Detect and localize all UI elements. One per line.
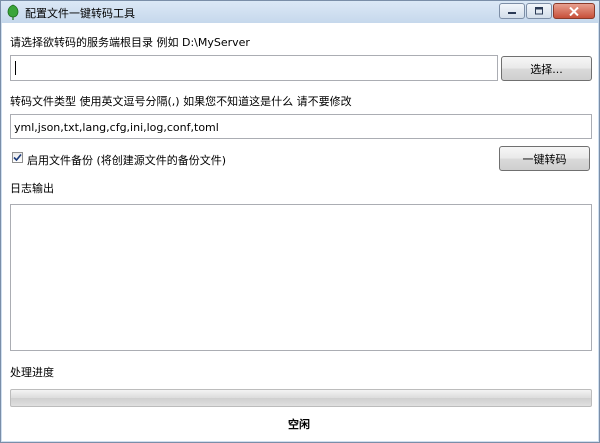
convert-button[interactable]: 一键转码	[499, 146, 590, 171]
server-dir-input[interactable]	[10, 55, 498, 81]
convert-button-label: 一键转码	[522, 152, 567, 166]
text-caret	[15, 61, 16, 75]
file-types-label: 转码文件类型 使用英文逗号分隔(,) 如果您不知道这是什么 请不要修改	[10, 95, 352, 108]
close-icon	[569, 6, 579, 16]
window-title: 配置文件一键转码工具	[25, 7, 135, 20]
status-text: 空闲	[288, 418, 310, 431]
file-types-input[interactable]: yml,json,txt,lang,cfg,ini,log,conf,toml	[10, 114, 592, 139]
backup-label[interactable]: 启用文件备份 (将创建源文件的备份文件)	[27, 152, 226, 168]
close-button[interactable]	[553, 3, 595, 19]
maximize-button[interactable]	[526, 3, 552, 19]
progress-label: 处理进度	[10, 366, 54, 379]
file-types-value: yml,json,txt,lang,cfg,ini,log,conf,toml	[14, 121, 219, 134]
minimize-icon	[508, 12, 516, 14]
minimize-button[interactable]	[499, 3, 525, 19]
log-label: 日志输出	[10, 182, 54, 195]
progress-bar	[10, 389, 592, 407]
browse-button-label: 选择...	[530, 62, 563, 76]
log-output[interactable]	[10, 204, 592, 351]
app-window: 配置文件一键转码工具 请选择欲转码的服务端根目录 例如 D:\MyServer	[0, 0, 600, 443]
backup-checkbox[interactable]	[12, 152, 23, 163]
browse-button[interactable]: 选择...	[501, 56, 592, 81]
app-leaf-icon	[7, 4, 19, 20]
window-controls	[498, 3, 595, 19]
title-bar[interactable]: 配置文件一键转码工具	[1, 1, 599, 23]
maximize-icon	[535, 7, 543, 15]
checkmark-icon	[13, 153, 22, 162]
main-panel: 请选择欲转码的服务端根目录 例如 D:\MyServer 选择... 转码文件类…	[2, 23, 598, 441]
server-dir-label: 请选择欲转码的服务端根目录 例如 D:\MyServer	[10, 36, 250, 49]
